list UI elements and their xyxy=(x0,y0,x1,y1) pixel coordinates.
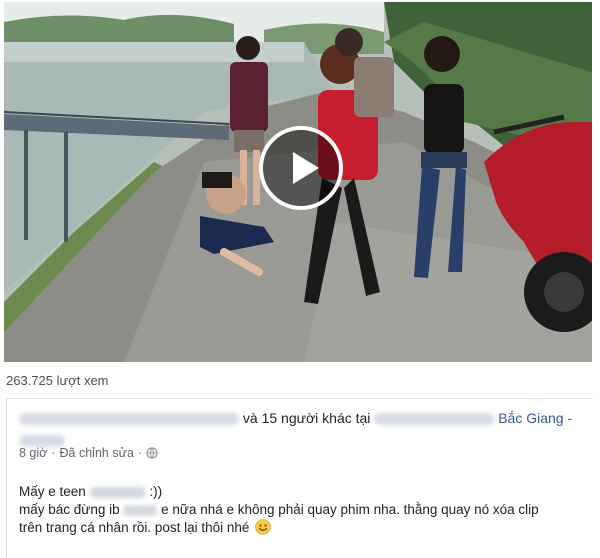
post-line-1-start: Mấy e teen xyxy=(19,484,86,499)
blurred-author-name xyxy=(19,413,239,426)
with-others-text: và 15 người khác xyxy=(242,410,352,426)
blurred-text xyxy=(123,504,158,516)
post-body: và 15 người khác tại Bắc Giang - 8 giờ ·… xyxy=(6,398,594,558)
play-icon xyxy=(293,152,319,184)
video-player[interactable] xyxy=(4,2,592,362)
timestamp-link[interactable]: 8 giờ xyxy=(19,446,47,460)
smiley-emoji-icon xyxy=(255,519,271,535)
location-link[interactable]: Bắc Giang - xyxy=(498,410,572,426)
post-text: Mấy e teen :)) mấy bác đừng ib e nữa nhá… xyxy=(19,483,589,537)
post-line-2-end: e nữa nhá e không phải quay phim nha. th… xyxy=(161,502,539,517)
post-line-1-end: :)) xyxy=(149,484,163,499)
globe-icon[interactable] xyxy=(146,447,158,459)
post-line-3-text: trên trang cá nhân rồi. post lại thôi nh… xyxy=(19,520,250,535)
play-button[interactable] xyxy=(259,126,343,210)
post-meta: 8 giờ · Đã chỉnh sửa · xyxy=(19,446,158,460)
edited-label[interactable]: Đã chỉnh sửa xyxy=(60,446,134,460)
blurred-text xyxy=(89,486,146,498)
at-text: tại xyxy=(355,410,371,426)
meta-separator: · xyxy=(51,446,56,460)
post-line-1: Mấy e teen :)) xyxy=(19,483,589,501)
post-header: và 15 người khác tại Bắc Giang - xyxy=(19,407,589,451)
post-line-2-start: mấy bác đừng ib xyxy=(19,502,120,517)
post-line-2: mấy bác đừng ib e nữa nhá e không phải q… xyxy=(19,501,589,519)
post-line-3: trên trang cá nhân rồi. post lại thôi nh… xyxy=(19,519,589,537)
view-count: 263.725 lượt xem xyxy=(6,373,109,388)
blurred-location-name xyxy=(374,413,495,426)
meta-separator: · xyxy=(137,446,143,460)
